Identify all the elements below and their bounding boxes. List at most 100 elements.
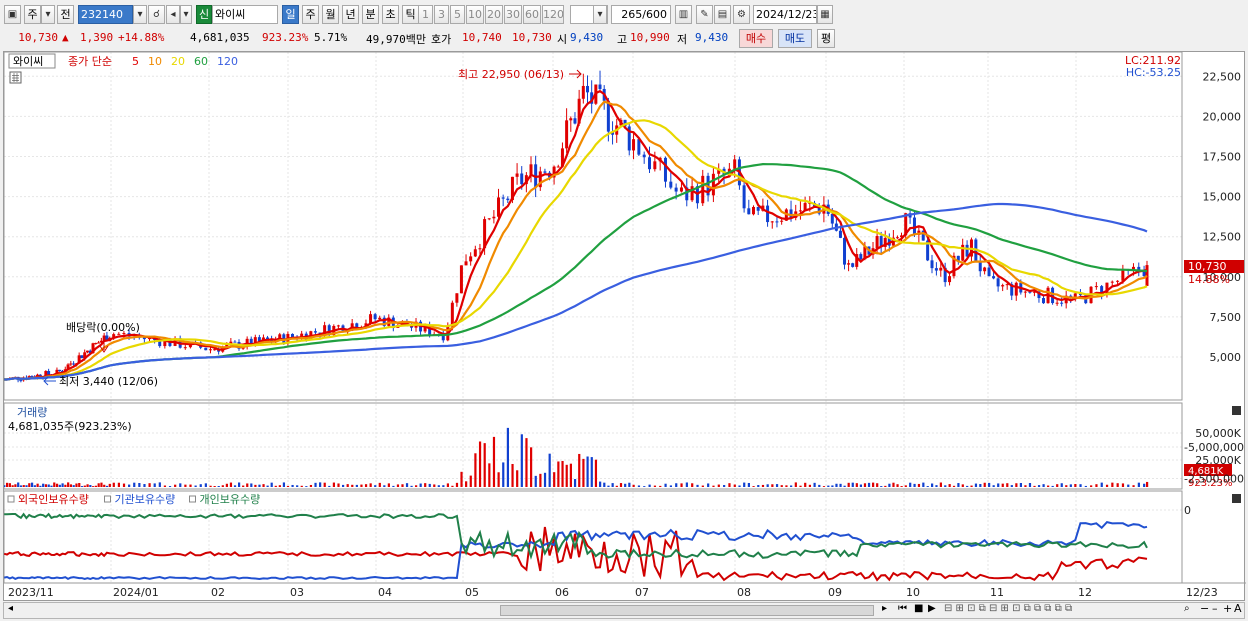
chart-area[interactable]: 22,500 20,000 17,500 15,000 12,500 10,000 7,50… <box>2 51 1246 602</box>
holdings-panel-close-icon[interactable] <box>1232 494 1241 503</box>
volume-bar <box>628 482 631 487</box>
period-select[interactable]: 주 <box>24 5 41 24</box>
volume-bar <box>847 482 850 487</box>
volume-bar <box>291 484 294 487</box>
ma-legend-10[interactable]: 10 <box>148 55 162 68</box>
volume-bar <box>11 485 14 487</box>
zoom-out-icon[interactable]: − <box>1200 602 1209 615</box>
volume-bar <box>659 485 662 487</box>
settings-grid-icon[interactable] <box>9 71 22 84</box>
scroll-right-icon[interactable]: ▸ <box>882 603 887 614</box>
calendar-icon[interactable]: ▦ <box>817 5 833 24</box>
window-menu-icon[interactable]: ▣ <box>4 5 21 24</box>
volume-bar <box>30 482 34 487</box>
volume-bar <box>148 483 151 487</box>
rewind-icon[interactable]: ⏮ <box>898 603 907 614</box>
timeframe-월[interactable]: 월 <box>322 5 339 24</box>
volume-bar <box>1033 485 1036 487</box>
ma-line-60 <box>4 162 1148 381</box>
volume-panel-close-icon[interactable] <box>1232 406 1241 415</box>
interval-20[interactable]: 20 <box>485 5 503 24</box>
volume-bar <box>569 463 572 487</box>
timeframe-틱[interactable]: 틱 <box>402 5 419 24</box>
timeframe-분[interactable]: 분 <box>362 5 379 24</box>
scroll-thumb[interactable] <box>500 605 874 616</box>
text-tool-icon[interactable]: A <box>1234 602 1242 615</box>
volume-bar <box>250 483 253 487</box>
interval-10[interactable]: 10 <box>466 5 484 24</box>
timeframe-초[interactable]: 초 <box>382 5 399 24</box>
candle-body <box>992 276 996 279</box>
candle-body <box>751 206 755 215</box>
volume-bar <box>410 485 413 487</box>
sell-button[interactable]: 매도 <box>778 29 812 48</box>
ma-legend-20[interactable]: 20 <box>171 55 185 68</box>
candle-body <box>569 118 573 121</box>
volume-bar <box>53 482 56 487</box>
chevron-down-icon[interactable]: ▾ <box>133 5 147 24</box>
ma-legend-120[interactable]: 120 <box>217 55 238 68</box>
candle-body <box>336 325 340 327</box>
line-icon[interactable]: – <box>1212 602 1218 615</box>
chevron-down-icon[interactable]: ▾ <box>180 5 192 24</box>
volume-bar <box>442 485 445 487</box>
volume-bar <box>935 485 938 487</box>
holdings-legend-marker <box>7 495 15 503</box>
stock-name-field[interactable]: 와이씨 <box>212 5 278 24</box>
interval-3[interactable]: 3 <box>434 5 449 24</box>
ma-legend-5[interactable]: 5 <box>132 55 139 68</box>
speaker-icon[interactable]: ◂ <box>166 5 180 24</box>
volume-bar <box>314 482 317 487</box>
evaluate-button[interactable]: 평 <box>817 29 835 48</box>
buy-button[interactable]: 매수 <box>739 29 773 48</box>
volume-bar <box>543 472 547 487</box>
zoom-in-icon[interactable]: + <box>1223 602 1232 615</box>
chart-svg[interactable]: 22,50020,00017,50015,00012,50010,0007,50… <box>2 51 1246 602</box>
interval-5[interactable]: 5 <box>450 5 465 24</box>
search-icon[interactable]: ☌ <box>148 5 165 24</box>
timeframe-년[interactable]: 년 <box>342 5 359 24</box>
candle-body <box>556 166 560 168</box>
chevron-down-icon[interactable]: ▾ <box>593 5 607 24</box>
date-input[interactable]: 2024/12/23 <box>753 5 817 24</box>
play-icon[interactable]: ▶ <box>928 603 936 614</box>
volume-bar <box>867 482 871 487</box>
volume-bar <box>843 485 846 487</box>
zoom-icon[interactable]: ⌕ <box>1184 603 1190 614</box>
chevron-down-icon[interactable]: ▾ <box>41 5 55 24</box>
volume-bar <box>233 485 237 487</box>
layout-tools-icon[interactable]: ⊟ ⊞ ⊡ ⧉ ⊟ ⊞ ⊡ ⧉ ⧉ ⧉ ⧉ ⧉ <box>944 603 1072 614</box>
holdings-legend-1[interactable]: 기관보유수량 <box>115 493 176 506</box>
volume-bar <box>997 483 1000 487</box>
holdings-legend-0[interactable]: 외국인보유수량 <box>18 493 89 506</box>
prev-button[interactable]: 전 <box>57 5 74 24</box>
interval-60[interactable]: 60 <box>523 5 541 24</box>
interval-120[interactable]: 120 <box>542 5 564 24</box>
candle-body <box>369 314 373 324</box>
timeframe-일[interactable]: 일 <box>282 5 299 24</box>
scroll-left-icon[interactable]: ◂ <box>8 603 13 614</box>
volume-bar <box>888 483 891 487</box>
holdings-legend-2[interactable]: 개인보유수량 <box>200 493 261 506</box>
stop-icon[interactable]: ■ <box>914 603 923 614</box>
ma-legend-60[interactable]: 60 <box>194 55 208 68</box>
bottom-scrollbar[interactable]: ◂ ▸ ⏮ ■ ▶ ⊟ ⊞ ⊡ ⧉ ⊟ ⊞ ⊡ ⧉ ⧉ ⧉ ⧉ ⧉ ⌕ − – … <box>3 602 1245 619</box>
interval-1[interactable]: 1 <box>418 5 433 24</box>
volume-bar <box>539 473 542 487</box>
candle-body <box>450 302 454 327</box>
draw-tool-icon[interactable]: ✎ <box>696 5 713 24</box>
volume-bar <box>47 484 50 487</box>
gear-icon[interactable]: ⚙ <box>733 5 750 24</box>
timeframe-주[interactable]: 주 <box>302 5 319 24</box>
interval-30[interactable]: 30 <box>504 5 522 24</box>
price-change: 1,390 <box>80 31 114 44</box>
save-icon[interactable]: ▤ <box>714 5 731 24</box>
candle-body <box>632 139 636 151</box>
volume-bar <box>483 443 486 487</box>
high-price: 10,990 <box>630 31 670 44</box>
volume-bar <box>1132 485 1135 487</box>
stock-code-input[interactable]: 232140 <box>78 5 133 24</box>
chart-type-icon[interactable]: ▥ <box>675 5 692 24</box>
volume-bar <box>743 482 746 487</box>
bar-count-input[interactable]: 265/600 <box>611 5 671 24</box>
